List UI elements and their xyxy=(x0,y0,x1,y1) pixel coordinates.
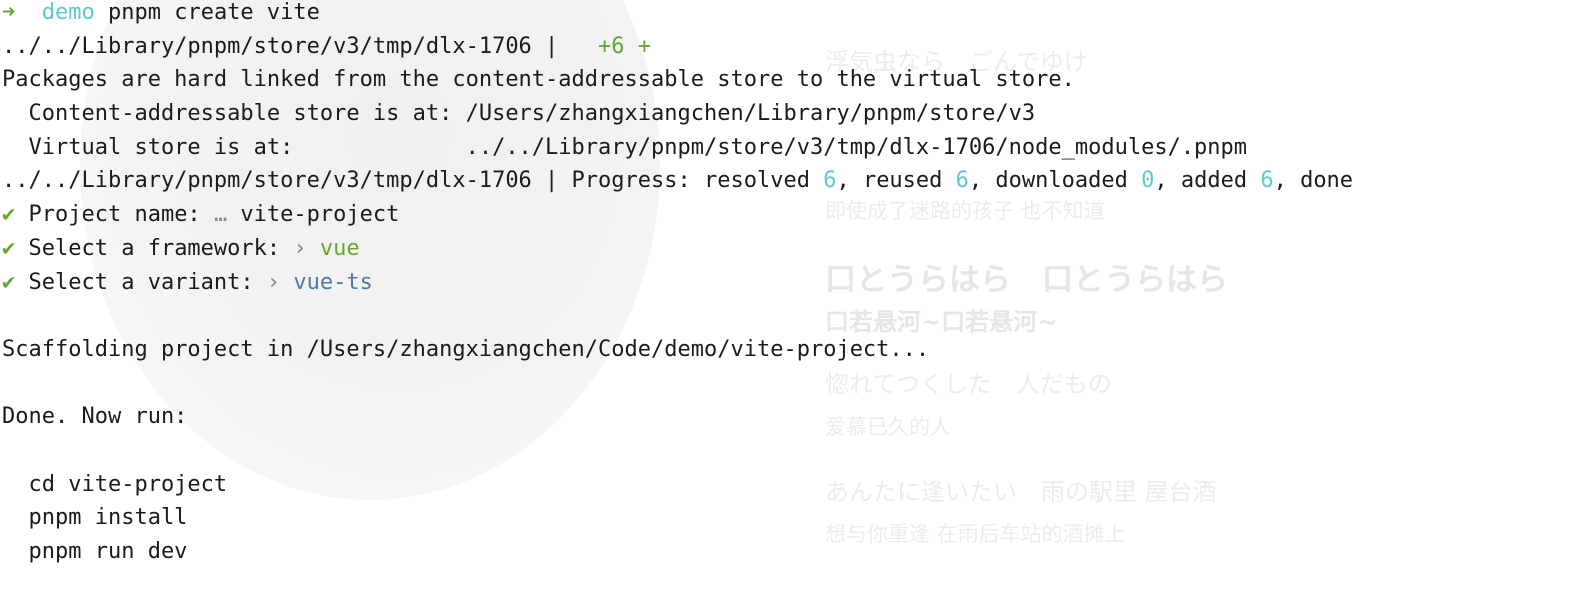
question-project-name: ✔ Project name: … vite-project xyxy=(2,198,1572,232)
done-line: Done. Now run: xyxy=(2,404,188,430)
dlx-line: ../../Library/pnpm/store/v3/tmp/dlx-1706… xyxy=(2,30,1572,64)
chevron-right-icon: › xyxy=(266,269,281,295)
ellipsis-separator: … xyxy=(213,202,228,228)
reused-label: , reused xyxy=(836,168,956,194)
hardlink-line: Packages are hard linked from the conten… xyxy=(2,67,1075,93)
done-label: , done xyxy=(1273,168,1354,194)
question-label: Select a framework: xyxy=(15,235,294,261)
terminal-output[interactable]: ➜ demo pnpm create vite ../../Library/pn… xyxy=(2,0,1572,569)
progress-line: ../../Library/pnpm/store/v3/tmp/dlx-1706… xyxy=(2,164,1572,198)
scaffolding-line: Scaffolding project in /Users/zhangxiang… xyxy=(2,336,930,362)
reused-count: 6 xyxy=(955,168,969,194)
check-icon: ✔ xyxy=(2,202,16,228)
downloaded-count: 0 xyxy=(1141,168,1155,194)
check-icon: ✔ xyxy=(2,235,16,261)
added-count: 6 xyxy=(1260,168,1274,194)
next-step-cd: cd vite-project xyxy=(2,471,228,497)
prompt-arrow-icon: ➜ xyxy=(2,0,16,25)
question-framework: ✔ Select a framework: › vue xyxy=(2,232,1572,266)
content-store-line: Content-addressable store is at: /Users/… xyxy=(2,101,1036,127)
check-icon: ✔ xyxy=(2,269,16,295)
question-label: Select a variant: xyxy=(15,269,267,295)
progress-prefix: ../../Library/pnpm/store/v3/tmp/dlx-1706… xyxy=(2,168,824,194)
downloaded-label: , downloaded xyxy=(968,168,1142,194)
prompt-command: pnpm create vite xyxy=(107,0,320,25)
command-prompt-line: ➜ demo pnpm create vite xyxy=(2,0,1572,30)
question-variant: ✔ Select a variant: › vue-ts xyxy=(2,266,1572,300)
question-answer: vue xyxy=(306,235,360,261)
dlx-path: ../../Library/pnpm/store/v3/tmp/dlx-1706… xyxy=(2,33,559,59)
chevron-right-icon: › xyxy=(293,235,307,261)
next-step-install: pnpm install xyxy=(2,505,188,531)
question-answer: vite-project xyxy=(227,202,400,228)
added-label: , added xyxy=(1154,168,1261,194)
prompt-directory: demo xyxy=(41,0,95,25)
virtual-store-line: Virtual store is at: ../../Library/pnpm/… xyxy=(2,134,1248,160)
dlx-change: +6 + xyxy=(598,33,652,59)
next-step-dev: pnpm run dev xyxy=(2,539,188,564)
question-label: Project name: xyxy=(15,202,214,228)
resolved-count: 6 xyxy=(823,168,837,194)
question-answer: vue-ts xyxy=(280,269,373,295)
